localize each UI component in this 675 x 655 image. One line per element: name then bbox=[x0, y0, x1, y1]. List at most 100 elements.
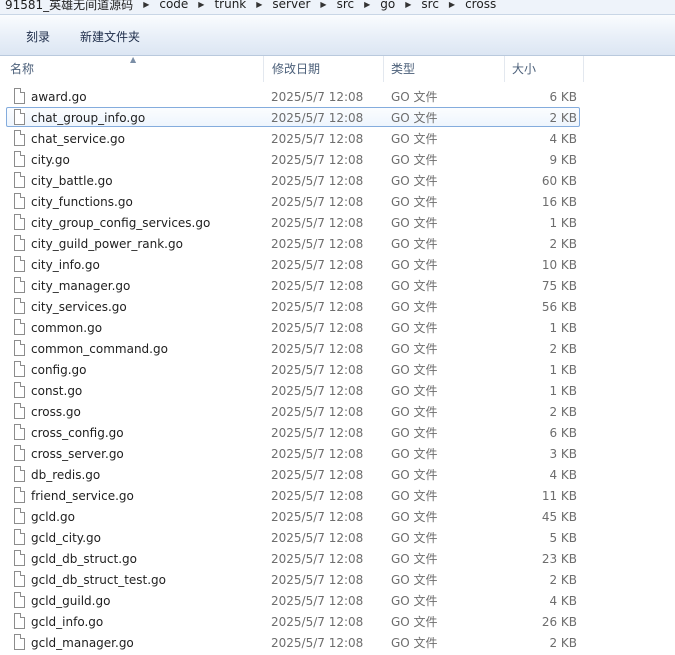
file-name: chat_group_info.go bbox=[31, 111, 146, 125]
file-row[interactable]: city_guild_power_rank.go 2025/5/7 12:08 GO… bbox=[6, 233, 580, 253]
file-icon bbox=[14, 256, 25, 272]
breadcrumb-item[interactable]: src bbox=[332, 0, 360, 11]
file-date: 2025/5/7 12:08 bbox=[271, 195, 364, 209]
breadcrumb-separator-icon[interactable]: ▶ bbox=[138, 0, 154, 9]
file-row[interactable]: gcld_db_struct_test.go 2025/5/7 12:08 GO 文… bbox=[6, 569, 580, 589]
file-type: GO 文件 bbox=[391, 237, 438, 251]
file-icon bbox=[14, 403, 25, 419]
file-date: 2025/5/7 12:08 bbox=[271, 321, 364, 335]
breadcrumb: 91581_英雄无间道源码 ▶ code ▶ trunk ▶ server ▶ src ▶ go ▶ s… bbox=[0, 0, 501, 13]
file-size: 2 KB bbox=[549, 636, 577, 650]
breadcrumb-separator-icon[interactable]: ▶ bbox=[359, 0, 375, 9]
column-size[interactable]: 大小 bbox=[504, 56, 584, 82]
file-date: 2025/5/7 12:08 bbox=[271, 216, 364, 230]
file-row[interactable]: chat_group_info.go 2025/5/7 12:08 GO 文件 2 K… bbox=[6, 107, 580, 127]
file-size: 75 KB bbox=[541, 279, 577, 293]
file-icon bbox=[14, 319, 25, 335]
file-size: 1 KB bbox=[549, 216, 577, 230]
file-row[interactable]: config.go 2025/5/7 12:08 GO 文件 1 KB bbox=[6, 359, 580, 379]
breadcrumb-separator-icon[interactable]: ▶ bbox=[251, 0, 267, 9]
column-name[interactable]: ▲ 名称 bbox=[0, 55, 262, 82]
file-row[interactable]: common.go 2025/5/7 12:08 GO 文件 1 KB bbox=[6, 317, 580, 337]
file-name: gcld_db_struct_test.go bbox=[31, 573, 167, 587]
file-row[interactable]: city_services.go 2025/5/7 12:08 GO 文件 56 KB bbox=[6, 296, 580, 316]
breadcrumb-separator-icon[interactable]: ▶ bbox=[193, 0, 209, 9]
file-row[interactable]: city_info.go 2025/5/7 12:08 GO 文件 10 KB bbox=[6, 254, 580, 274]
file-icon bbox=[14, 130, 25, 146]
file-row[interactable]: db_redis.go 2025/5/7 12:08 GO 文件 4 KB bbox=[6, 464, 580, 484]
new-folder-button[interactable]: 新建文件夹 bbox=[74, 26, 146, 47]
file-row[interactable]: gcld.go 2025/5/7 12:08 GO 文件 45 KB bbox=[6, 506, 580, 526]
file-size: 45 KB bbox=[541, 510, 577, 524]
file-row[interactable]: gcld_manager.go 2025/5/7 12:08 GO 文件 2 KB bbox=[6, 632, 580, 652]
column-date[interactable]: 修改日期 bbox=[263, 56, 383, 82]
file-date: 2025/5/7 12:08 bbox=[271, 426, 364, 440]
file-type: GO 文件 bbox=[391, 195, 438, 209]
breadcrumb-item[interactable]: code bbox=[154, 0, 193, 11]
breadcrumb-item[interactable]: server bbox=[267, 0, 315, 11]
file-type: GO 文件 bbox=[391, 279, 438, 293]
column-type[interactable]: 类型 bbox=[383, 56, 504, 82]
file-date: 2025/5/7 12:08 bbox=[271, 573, 364, 587]
file-row[interactable]: city.go 2025/5/7 12:08 GO 文件 9 KB bbox=[6, 149, 580, 169]
file-name: gcld_info.go bbox=[31, 615, 104, 629]
breadcrumb-item[interactable]: 91581_英雄无间道源码 bbox=[0, 0, 138, 13]
file-row[interactable]: cross_config.go 2025/5/7 12:08 GO 文件 6 KB bbox=[6, 422, 580, 442]
file-icon bbox=[14, 235, 25, 251]
file-icon bbox=[14, 508, 25, 524]
file-date: 2025/5/7 12:08 bbox=[271, 363, 364, 377]
breadcrumb-separator-icon[interactable]: ▶ bbox=[400, 0, 416, 9]
file-row[interactable]: const.go 2025/5/7 12:08 GO 文件 1 KB bbox=[6, 380, 580, 400]
breadcrumb-separator-icon[interactable]: ▶ bbox=[444, 0, 460, 9]
file-type: GO 文件 bbox=[391, 426, 438, 440]
file-row[interactable]: gcld_db_struct.go 2025/5/7 12:08 GO 文件 23 K… bbox=[6, 548, 580, 568]
file-type: GO 文件 bbox=[391, 300, 438, 314]
breadcrumb-item[interactable]: go bbox=[375, 0, 400, 11]
address-bar[interactable]: 91581_英雄无间道源码 ▶ code ▶ trunk ▶ server ▶ src ▶ go ▶ s… bbox=[0, 0, 675, 15]
file-row[interactable]: gcld_info.go 2025/5/7 12:08 GO 文件 26 KB bbox=[6, 611, 580, 631]
file-type: GO 文件 bbox=[391, 321, 438, 335]
file-date: 2025/5/7 12:08 bbox=[271, 552, 364, 566]
file-name: gcld_manager.go bbox=[31, 636, 134, 650]
file-name: gcld_db_struct.go bbox=[31, 552, 137, 566]
file-row[interactable]: city_battle.go 2025/5/7 12:08 GO 文件 60 KB bbox=[6, 170, 580, 190]
file-name: city_services.go bbox=[31, 300, 127, 314]
file-name: const.go bbox=[31, 384, 83, 398]
file-row[interactable]: city_manager.go 2025/5/7 12:08 GO 文件 75 KB bbox=[6, 275, 580, 295]
file-row[interactable]: award.go 2025/5/7 12:08 GO 文件 6 KB bbox=[6, 86, 580, 106]
file-name: city_manager.go bbox=[31, 279, 131, 293]
file-row[interactable]: city_functions.go 2025/5/7 12:08 GO 文件 16 K… bbox=[6, 191, 580, 211]
file-icon bbox=[14, 109, 25, 125]
file-name: city_functions.go bbox=[31, 195, 133, 209]
file-row[interactable]: city_group_config_services.go 2025/5/7 12… bbox=[6, 212, 580, 232]
file-row[interactable]: gcld_city.go 2025/5/7 12:08 GO 文件 5 KB bbox=[6, 527, 580, 547]
file-row[interactable]: chat_service.go 2025/5/7 12:08 GO 文件 4 KB bbox=[6, 128, 580, 148]
file-name: friend_service.go bbox=[31, 489, 134, 503]
file-size: 3 KB bbox=[549, 447, 577, 461]
file-name: gcld_city.go bbox=[31, 531, 101, 545]
breadcrumb-item[interactable]: src bbox=[416, 0, 444, 11]
column-date-label: 修改日期 bbox=[272, 62, 321, 76]
file-row[interactable]: gcld_guild.go 2025/5/7 12:08 GO 文件 4 KB bbox=[6, 590, 580, 610]
column-size-label: 大小 bbox=[512, 62, 537, 76]
file-type: GO 文件 bbox=[391, 90, 438, 104]
file-date: 2025/5/7 12:08 bbox=[271, 405, 364, 419]
file-row[interactable]: cross_server.go 2025/5/7 12:08 GO 文件 3 KB bbox=[6, 443, 580, 463]
file-row[interactable]: friend_service.go 2025/5/7 12:08 GO 文件 11 K… bbox=[6, 485, 580, 505]
file-size: 16 KB bbox=[541, 195, 577, 209]
file-row[interactable]: common_command.go 2025/5/7 12:08 GO 文件 2 KB bbox=[6, 338, 580, 358]
file-date: 2025/5/7 12:08 bbox=[271, 594, 364, 608]
file-size: 56 KB bbox=[541, 300, 577, 314]
file-name: city_guild_power_rank.go bbox=[31, 237, 183, 251]
burn-button[interactable]: 刻录 bbox=[20, 26, 56, 47]
file-name: cross_server.go bbox=[31, 447, 124, 461]
file-date: 2025/5/7 12:08 bbox=[271, 237, 364, 251]
breadcrumb-item[interactable]: trunk bbox=[209, 0, 251, 11]
file-date: 2025/5/7 12:08 bbox=[271, 342, 364, 356]
file-size: 4 KB bbox=[549, 594, 577, 608]
breadcrumb-separator-icon[interactable]: ▶ bbox=[315, 0, 331, 9]
file-row[interactable]: cross.go 2025/5/7 12:08 GO 文件 2 KB bbox=[6, 401, 580, 421]
file-icon bbox=[14, 424, 25, 440]
file-date: 2025/5/7 12:08 bbox=[271, 468, 364, 482]
breadcrumb-item[interactable]: cross bbox=[460, 0, 501, 11]
